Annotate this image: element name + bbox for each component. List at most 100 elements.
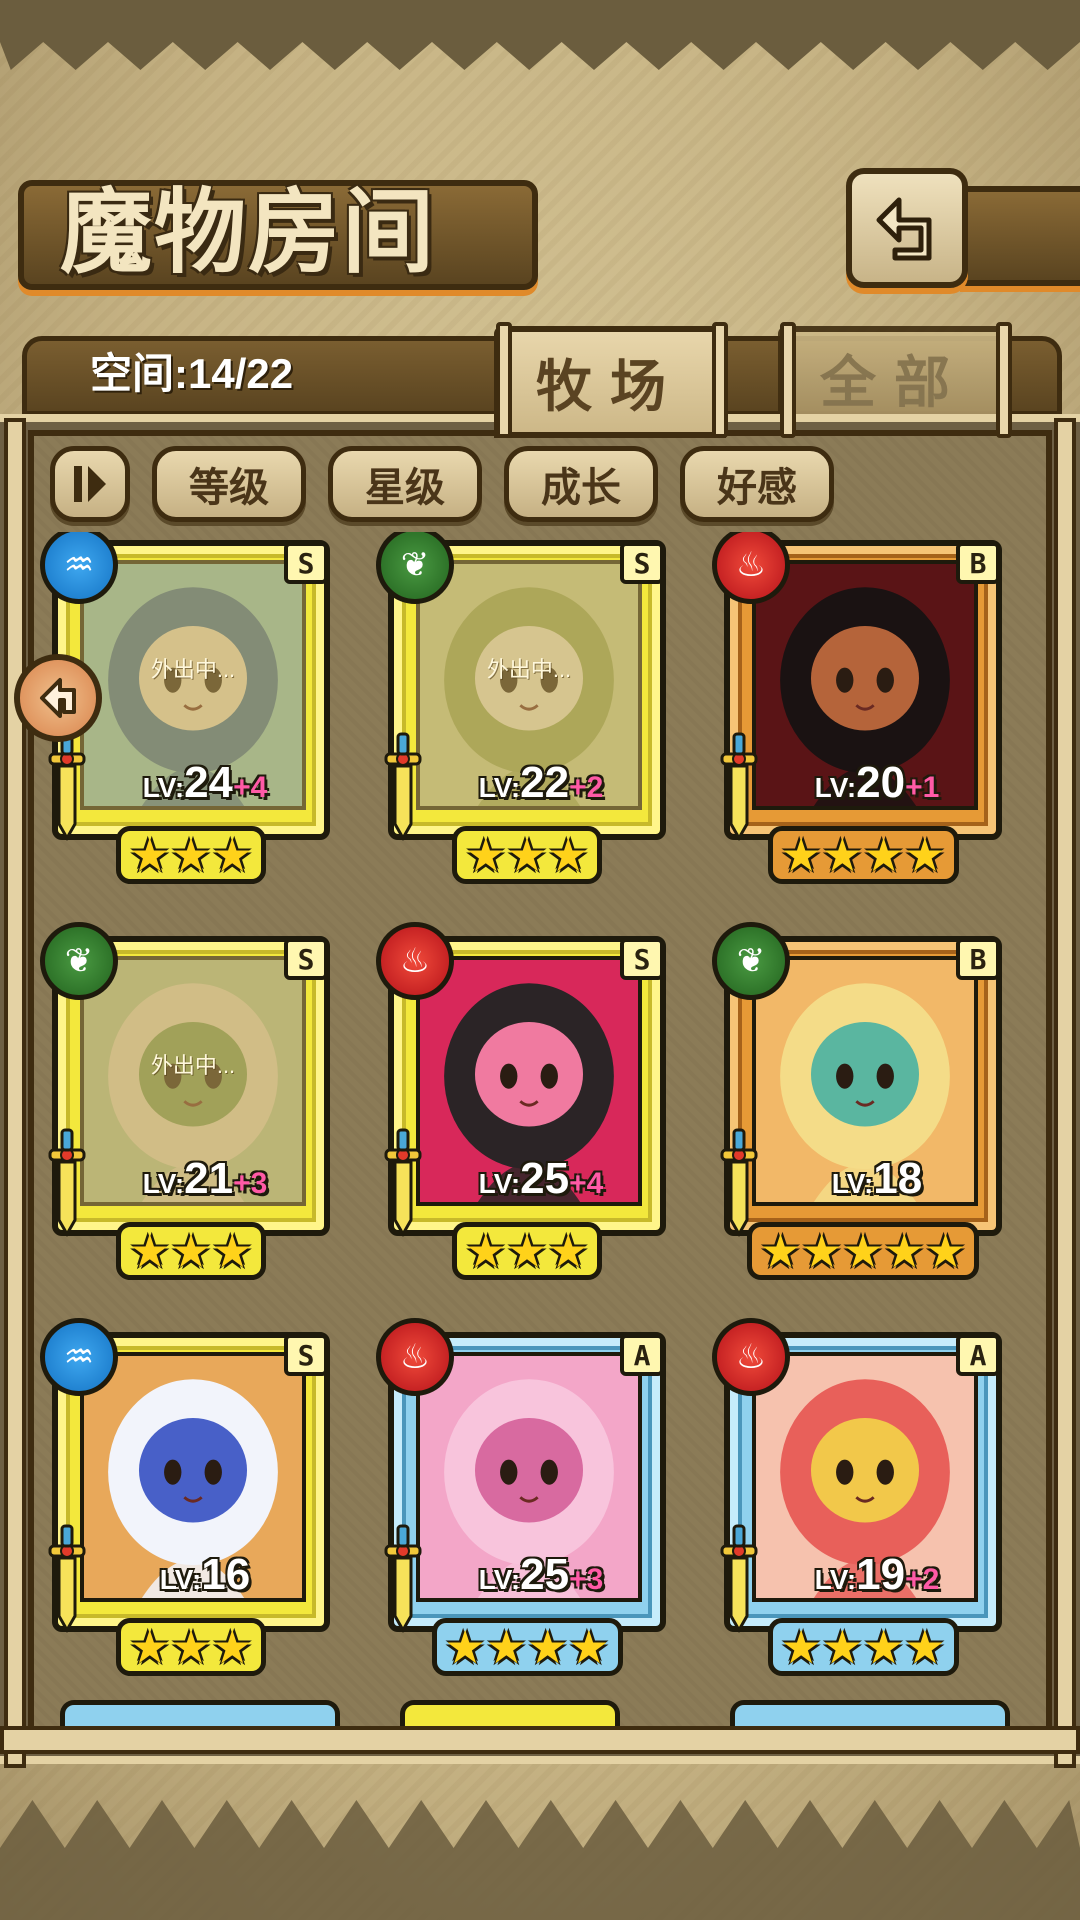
star-icon: ★ bbox=[821, 828, 863, 882]
star-icon: ★ bbox=[170, 1224, 212, 1278]
star-icon: ★ bbox=[547, 828, 589, 882]
level-bonus: +2 bbox=[905, 1563, 940, 1596]
level-value: 25 bbox=[520, 1154, 570, 1203]
monster-card[interactable]: ❦ B LV:18 ★ ★ ★ ★ ★ bbox=[712, 922, 1012, 1280]
level-bonus: +3 bbox=[569, 1563, 604, 1596]
next-row-card bbox=[60, 1700, 340, 1726]
star-icon: ★ bbox=[129, 1224, 171, 1278]
star-bar: ★ ★ ★ ★ bbox=[767, 826, 959, 884]
return-arrow-icon bbox=[40, 678, 76, 718]
rank-badge: S bbox=[284, 938, 328, 980]
level-prefix: LV: bbox=[831, 1168, 874, 1199]
wood-element-icon: ❦ bbox=[40, 922, 118, 1000]
monster-card[interactable]: 外出中... ❦ S LV:22+2 ★ ★ ★ bbox=[376, 532, 676, 884]
rank-badge: B bbox=[956, 542, 1000, 584]
monster-grid: 外出中... ♒ S LV:24+4 ★ ★ ★ 外出中... ❦ S LV:22+2 ★ ★ ★ ♨ B LV… bbox=[40, 532, 1040, 1712]
level-bonus: +4 bbox=[569, 1167, 604, 1200]
level-value: 25 bbox=[520, 1550, 570, 1599]
star-rating: ★ ★ ★ ★ bbox=[724, 826, 1002, 884]
rank-badge: A bbox=[956, 1334, 1000, 1376]
star-rating: ★ ★ ★ bbox=[52, 826, 330, 884]
level-label: LV:25+4 bbox=[416, 1154, 666, 1204]
monster-card[interactable]: ♒ S LV:16 ★ ★ ★ bbox=[40, 1318, 340, 1676]
star-rating: ★ ★ ★ ★ bbox=[724, 1618, 1002, 1676]
monster-card[interactable]: 外出中... ❦ S LV:21+3 ★ ★ ★ bbox=[40, 922, 340, 1280]
star-rating: ★ ★ ★ bbox=[52, 1618, 330, 1676]
star-icon: ★ bbox=[506, 1224, 548, 1278]
level-bonus: +1 bbox=[905, 771, 940, 804]
star-icon: ★ bbox=[883, 1224, 925, 1278]
tab-post bbox=[496, 322, 512, 438]
tab-post bbox=[780, 322, 796, 438]
fire-element-icon: ♨ bbox=[712, 1318, 790, 1396]
next-row-card bbox=[400, 1700, 620, 1726]
next-row-card bbox=[730, 1700, 1010, 1726]
star-rating: ★ ★ ★ bbox=[388, 826, 666, 884]
level-label: LV:16 bbox=[80, 1550, 330, 1600]
star-icon: ★ bbox=[547, 1224, 589, 1278]
star-icon: ★ bbox=[465, 828, 507, 882]
filter-star-button[interactable]: 星级 bbox=[328, 446, 482, 522]
star-icon: ★ bbox=[211, 828, 253, 882]
monster-card[interactable]: ♨ S LV:25+4 ★ ★ ★ bbox=[376, 922, 676, 1280]
tab-ranch[interactable]: 牧场 bbox=[494, 326, 726, 438]
fire-element-icon: ♨ bbox=[376, 922, 454, 1000]
star-bar: ★ ★ ★ ★ bbox=[767, 1618, 959, 1676]
level-label: LV:22+2 bbox=[416, 758, 666, 808]
monster-card[interactable]: ♨ A LV:19+2 ★ ★ ★ ★ bbox=[712, 1318, 1012, 1676]
bottom-rail bbox=[0, 1726, 1080, 1754]
filter-affinity-button[interactable]: 好感 bbox=[680, 446, 834, 522]
away-status: 外出中... bbox=[486, 657, 572, 682]
level-bonus: +3 bbox=[233, 1167, 268, 1200]
level-value: 24 bbox=[184, 758, 234, 807]
level-value: 19 bbox=[856, 1550, 906, 1599]
star-icon: ★ bbox=[821, 1620, 863, 1674]
level-label: LV:25+3 bbox=[416, 1550, 666, 1600]
star-icon: ★ bbox=[465, 1224, 507, 1278]
level-prefix: LV: bbox=[478, 772, 521, 803]
star-icon: ★ bbox=[129, 828, 171, 882]
sort-order-button[interactable] bbox=[50, 446, 130, 522]
rank-badge: A bbox=[620, 1334, 664, 1376]
rank-badge: S bbox=[284, 1334, 328, 1376]
star-icon: ★ bbox=[129, 1620, 171, 1674]
water-element-icon: ♒ bbox=[40, 1318, 118, 1396]
star-icon: ★ bbox=[863, 1620, 905, 1674]
rank-badge: S bbox=[620, 938, 664, 980]
tab-ranch-label: 牧场 bbox=[536, 353, 684, 420]
left-rail bbox=[4, 418, 26, 1768]
monster-card[interactable]: ♨ A LV:25+3 ★ ★ ★ ★ bbox=[376, 1318, 676, 1676]
star-icon: ★ bbox=[170, 828, 212, 882]
level-value: 16 bbox=[201, 1550, 251, 1599]
level-prefix: LV: bbox=[814, 772, 857, 803]
star-icon: ★ bbox=[485, 1620, 527, 1674]
star-icon: ★ bbox=[863, 828, 905, 882]
level-label: LV:20+1 bbox=[752, 758, 1002, 808]
sort-toggle-icon bbox=[74, 466, 106, 502]
monster-card[interactable]: ♨ B LV:20+1 ★ ★ ★ ★ bbox=[712, 532, 1012, 884]
level-label: LV:19+2 bbox=[752, 1550, 1002, 1600]
star-icon: ★ bbox=[780, 828, 822, 882]
star-bar: ★ ★ ★ bbox=[116, 1222, 266, 1280]
level-prefix: LV: bbox=[814, 1564, 857, 1595]
side-arrow-button[interactable] bbox=[14, 654, 102, 742]
back-plate bbox=[960, 186, 1080, 286]
level-label: LV:21+3 bbox=[80, 1154, 330, 1204]
star-bar: ★ ★ ★ bbox=[116, 826, 266, 884]
level-value: 20 bbox=[856, 758, 906, 807]
level-prefix: LV: bbox=[142, 772, 185, 803]
level-bonus: +2 bbox=[569, 771, 604, 804]
star-bar: ★ ★ ★ ★ bbox=[431, 1618, 623, 1676]
fire-element-icon: ♨ bbox=[376, 1318, 454, 1396]
star-icon: ★ bbox=[801, 1224, 843, 1278]
star-rating: ★ ★ ★ bbox=[52, 1222, 330, 1280]
tab-post bbox=[712, 322, 728, 438]
star-icon: ★ bbox=[506, 828, 548, 882]
return-arrow-icon bbox=[876, 197, 932, 261]
back-button[interactable] bbox=[846, 168, 968, 288]
star-icon: ★ bbox=[527, 1620, 569, 1674]
page-title: 魔物房间 bbox=[60, 178, 437, 286]
filter-growth-button[interactable]: 成长 bbox=[504, 446, 658, 522]
filter-level-button[interactable]: 等级 bbox=[152, 446, 306, 522]
level-label: LV:24+4 bbox=[80, 758, 330, 808]
